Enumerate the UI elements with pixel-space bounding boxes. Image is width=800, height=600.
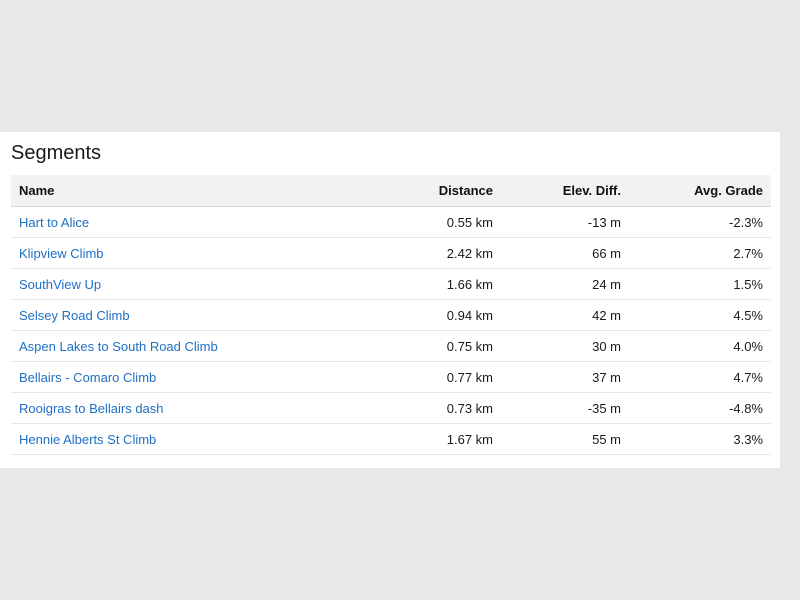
elev-diff-cell: 55 m [501, 423, 629, 455]
elev-diff-cell: -35 m [501, 392, 629, 424]
segment-name-cell: Hennie Alberts St Climb [11, 423, 341, 455]
segment-name-cell: Aspen Lakes to South Road Climb [11, 330, 341, 362]
distance-cell: 0.94 km [341, 299, 501, 331]
elev-diff-cell: 37 m [501, 361, 629, 393]
segment-link[interactable]: Bellairs - Comaro Climb [19, 370, 156, 385]
header-row: Name Distance Elev. Diff. Avg. Grade [11, 175, 771, 207]
table-row: Bellairs - Comaro Climb 0.77 km 37 m 4.7… [11, 361, 771, 393]
table-row: Hart to Alice 0.55 km -13 m -2.3% [11, 206, 771, 238]
table-row: SouthView Up 1.66 km 24 m 1.5% [11, 268, 771, 300]
elev-diff-cell: 24 m [501, 268, 629, 300]
segment-link[interactable]: SouthView Up [19, 277, 101, 292]
table-body: Hart to Alice 0.55 km -13 m -2.3% Klipvi… [11, 206, 771, 455]
section-title: Segments [11, 142, 102, 164]
segment-link[interactable]: Hennie Alberts St Climb [19, 432, 156, 447]
distance-cell: 0.77 km [341, 361, 501, 393]
segment-name-cell: Rooigras to Bellairs dash [11, 392, 341, 424]
segment-name-cell: Klipview Climb [11, 237, 341, 269]
table-header: Name Distance Elev. Diff. Avg. Grade [11, 175, 771, 207]
segment-link[interactable]: Rooigras to Bellairs dash [19, 401, 164, 416]
table-row: Hennie Alberts St Climb 1.67 km 55 m 3.3… [11, 423, 771, 455]
table-row: Selsey Road Climb 0.94 km 42 m 4.5% [11, 299, 771, 331]
table-row: Aspen Lakes to South Road Climb 0.75 km … [11, 330, 771, 362]
distance-cell: 0.75 km [341, 330, 501, 362]
table-row: Klipview Climb 2.42 km 66 m 2.7% [11, 237, 771, 269]
distance-cell: 1.67 km [341, 423, 501, 455]
segment-name-cell: Bellairs - Comaro Climb [11, 361, 341, 393]
elev-diff-cell: 66 m [501, 237, 629, 269]
segments-panel: Segments Name Distance Elev. Diff. Avg. … [0, 132, 780, 468]
segment-name-cell: Hart to Alice [11, 206, 341, 238]
avg-grade-cell: 3.3% [629, 423, 771, 455]
segment-name-cell: SouthView Up [11, 268, 341, 300]
avg-grade-cell: 2.7% [629, 237, 771, 269]
avg-grade-cell: 4.7% [629, 361, 771, 393]
elev-diff-cell: 30 m [501, 330, 629, 362]
table-row: Rooigras to Bellairs dash 0.73 km -35 m … [11, 392, 771, 424]
segment-link[interactable]: Aspen Lakes to South Road Climb [19, 339, 218, 354]
segment-link[interactable]: Klipview Climb [19, 246, 104, 261]
elev-diff-cell: -13 m [501, 206, 629, 238]
segment-link[interactable]: Selsey Road Climb [19, 308, 130, 323]
avg-grade-cell: -2.3% [629, 206, 771, 238]
distance-cell: 2.42 km [341, 237, 501, 269]
elev-diff-cell: 42 m [501, 299, 629, 331]
header-elev-diff[interactable]: Elev. Diff. [501, 175, 629, 207]
segment-name-cell: Selsey Road Climb [11, 299, 341, 331]
avg-grade-cell: 1.5% [629, 268, 771, 300]
avg-grade-cell: 4.0% [629, 330, 771, 362]
distance-cell: 1.66 km [341, 268, 501, 300]
header-avg-grade[interactable]: Avg. Grade [629, 175, 771, 207]
header-name[interactable]: Name [11, 175, 341, 207]
avg-grade-cell: 4.5% [629, 299, 771, 331]
avg-grade-cell: -4.8% [629, 392, 771, 424]
distance-cell: 0.55 km [341, 206, 501, 238]
segment-link[interactable]: Hart to Alice [19, 215, 89, 230]
distance-cell: 0.73 km [341, 392, 501, 424]
segments-table: Name Distance Elev. Diff. Avg. Grade Har… [11, 175, 771, 455]
header-distance[interactable]: Distance [341, 175, 501, 207]
